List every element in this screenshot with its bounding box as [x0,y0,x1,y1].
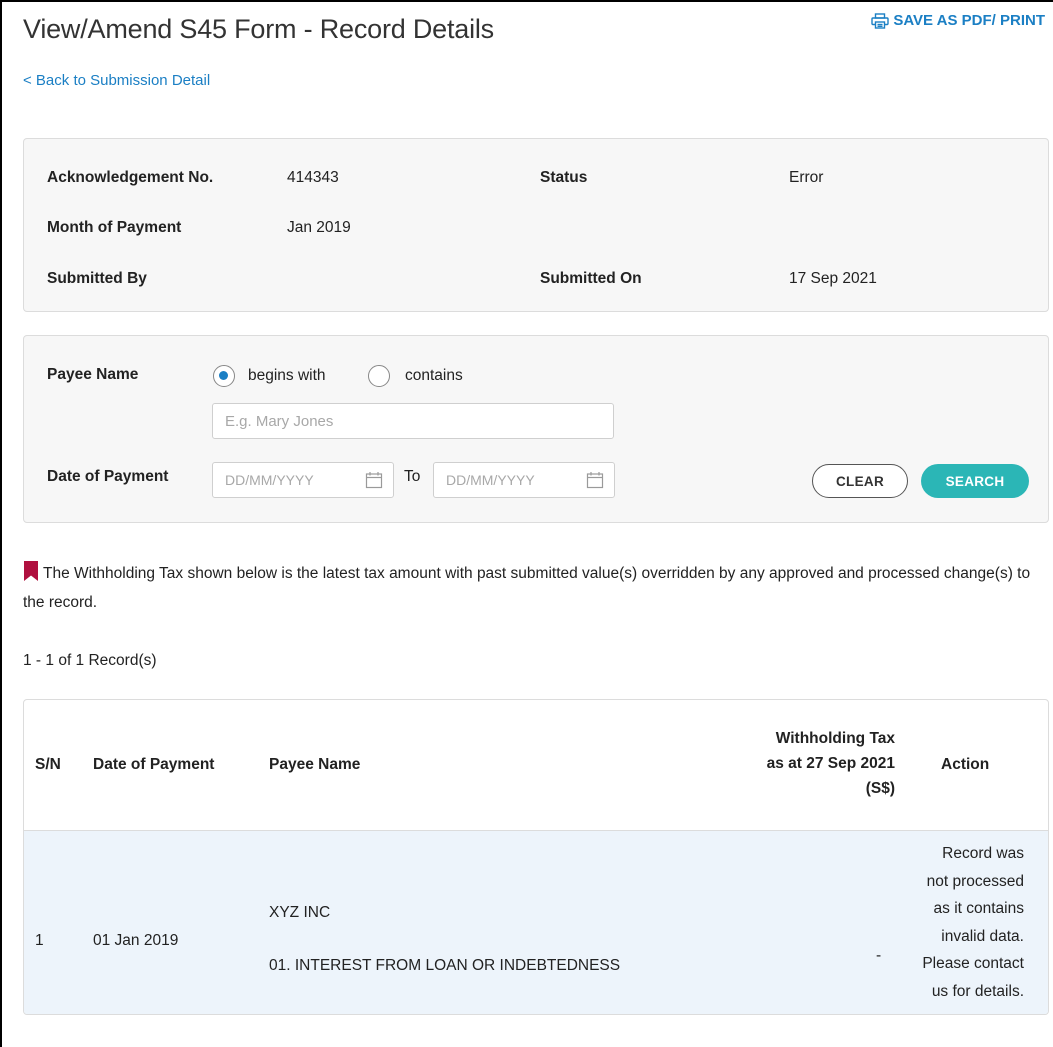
record-count: 1 - 1 of 1 Record(s) [23,652,157,669]
contains-radio[interactable] [368,365,390,387]
action-line: as it contains [933,900,1024,917]
header-tax-line-1: Withholding Tax [775,730,895,747]
row-date-of-payment: 01 Jan 2019 [93,932,179,949]
action-line: invalid data. [941,927,1024,945]
calendar-icon[interactable] [365,471,383,489]
payee-name-input[interactable] [212,403,614,439]
date-to-label: To [404,468,421,485]
header-date-of-payment: Date of Payment [93,756,215,773]
search-filter-panel: Payee Name begins with contains Date of … [23,335,1049,523]
page-title: View/Amend S45 Form - Record Details [23,14,494,44]
date-from-field[interactable] [212,462,394,498]
action-line: Please contact [922,955,1024,972]
row-action-message: Record was not processed as it contains … [922,840,1024,1005]
acknowledgement-no-value: 414343 [287,169,339,186]
begins-with-radio[interactable] [213,365,235,387]
search-button[interactable]: SEARCH [921,464,1029,498]
notice-text: The Withholding Tax shown below is the l… [23,565,1031,611]
status-value: Error [789,169,824,186]
back-to-submission-detail-link[interactable]: < Back to Submission Detail [23,72,210,89]
printer-icon [871,12,890,29]
header-tax-line-2: as at 27 Sep 2021 [766,755,895,772]
month-of-payment-label: Month of Payment [47,219,182,236]
row-payee-name: XYZ INC [269,904,331,921]
save-as-pdf-print-button[interactable]: SAVE AS PDF/ PRINT [871,12,1045,29]
submitted-on-label: Submitted On [540,270,642,287]
date-of-payment-label: Date of Payment [47,468,169,485]
payee-name-label: Payee Name [47,366,139,383]
status-label: Status [540,169,588,186]
row-payee-detail: 01. INTEREST FROM LOAN OR INDEBTEDNESS [269,957,621,974]
date-to-field[interactable] [433,462,615,498]
clear-button[interactable]: CLEAR [812,464,908,498]
withholding-tax-notice: The Withholding Tax shown below is the l… [23,559,1043,617]
table-row: 1 01 Jan 2019 XYZ INC 01. INTEREST FROM … [24,830,1048,1014]
records-table: S/N Date of Payment Payee Name Withholdi… [23,699,1049,1015]
action-line: us for details. [931,982,1024,1000]
header-sn: S/N [35,756,61,773]
header-action: Action [941,756,990,773]
contains-label: contains [405,367,463,384]
submission-info-panel: Acknowledgement No. 414343 Status Error … [23,138,1049,312]
action-line: Record was [942,845,1024,862]
submitted-on-value: 17 Sep 2021 [789,270,877,287]
submitted-by-label: Submitted By [47,270,147,287]
header-tax-line-3: (S$) [865,780,895,797]
save-as-pdf-print-label: SAVE AS PDF/ PRINT [893,12,1045,29]
acknowledgement-no-label: Acknowledgement No. [47,169,214,186]
header-withholding-tax: Withholding Tax as at 27 Sep 2021 (S$) [767,726,895,801]
action-line: not processed [926,872,1024,890]
begins-with-label: begins with [248,367,326,384]
row-sn: 1 [35,932,44,949]
calendar-icon[interactable] [586,471,604,489]
row-withholding-tax: - [876,947,882,964]
header-payee-name: Payee Name [269,756,361,773]
bookmark-icon [24,561,38,581]
month-of-payment-value: Jan 2019 [287,219,351,236]
